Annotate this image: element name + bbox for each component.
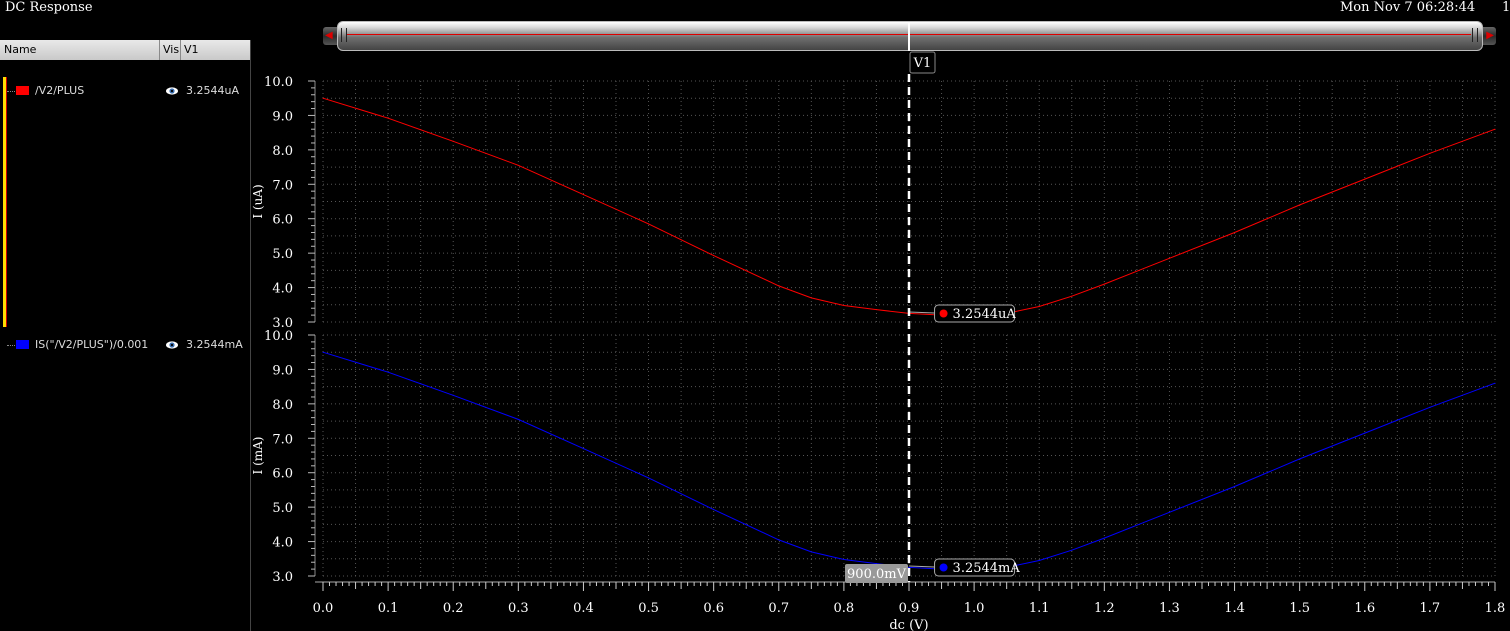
cursor-readout-value: 3.2544uA xyxy=(953,307,1017,322)
x-tick-label: 0.7 xyxy=(768,601,789,616)
series-point xyxy=(322,97,324,99)
series-point xyxy=(1103,283,1105,285)
series-point xyxy=(1234,485,1236,487)
series-point xyxy=(1429,406,1431,408)
x-tick-label: 1.1 xyxy=(1029,601,1050,616)
x-tick-label: 1.3 xyxy=(1159,601,1180,616)
series-point xyxy=(582,194,584,196)
series-point xyxy=(1299,458,1301,460)
series-point xyxy=(875,309,877,311)
series-point xyxy=(1234,231,1236,233)
cursor-readout-dot xyxy=(939,309,948,318)
x-tick-label: 1.7 xyxy=(1420,601,1441,616)
cursor-x-readout: 900.0mV xyxy=(847,567,907,582)
series-point xyxy=(1071,549,1073,551)
y-tick-label: 4.0 xyxy=(272,282,293,297)
series-point xyxy=(810,551,812,553)
x-tick-label: 0.8 xyxy=(834,601,855,616)
series-point xyxy=(452,140,454,142)
x-tick-label: 1.0 xyxy=(964,601,985,616)
series-point xyxy=(648,477,650,479)
series-point xyxy=(875,563,877,565)
cursor-leader-line xyxy=(908,565,935,568)
series-point xyxy=(1103,537,1105,539)
series-point xyxy=(908,566,910,568)
y-tick-label: 6.0 xyxy=(272,467,293,482)
series-point xyxy=(1494,128,1496,130)
y-tick-label: 8.0 xyxy=(272,144,293,159)
series-point xyxy=(778,539,780,541)
series-point xyxy=(843,304,845,306)
series-point xyxy=(1364,178,1366,180)
x-tick-label: 1.4 xyxy=(1224,601,1245,616)
series-point xyxy=(1429,152,1431,154)
x-tick-label: 1.8 xyxy=(1485,601,1506,616)
y-tick-label: 9.0 xyxy=(272,109,293,124)
y-tick-label: 7.0 xyxy=(272,178,293,193)
y-tick-label: 6.0 xyxy=(272,213,293,228)
y-tick-label: 4.0 xyxy=(272,536,293,551)
x-tick-label: 0.9 xyxy=(899,601,920,616)
x-tick-label: 0.5 xyxy=(638,601,659,616)
series-point xyxy=(648,223,650,225)
series-point xyxy=(387,371,389,373)
cursor-leader-line xyxy=(908,311,935,314)
y-tick-label: 10.0 xyxy=(264,75,293,90)
series-point xyxy=(517,418,519,420)
series-point xyxy=(1299,204,1301,206)
x-tick-label: 0.6 xyxy=(703,601,724,616)
y-axis-label: I (mA) xyxy=(251,437,265,475)
y-axis-label: I (uA) xyxy=(251,184,265,218)
y-tick-label: 5.0 xyxy=(272,501,293,516)
series-point xyxy=(1038,560,1040,562)
x-tick-label: 1.2 xyxy=(1094,601,1115,616)
x-tick-label: 0.4 xyxy=(573,601,594,616)
x-tick-label: 0.1 xyxy=(378,601,399,616)
y-tick-label: 5.0 xyxy=(272,247,293,262)
x-tick-label: 0.2 xyxy=(443,601,464,616)
x-tick-label: 0.3 xyxy=(508,601,529,616)
series-point xyxy=(713,509,715,511)
y-tick-label: 3.0 xyxy=(272,570,293,585)
y-tick-label: 8.0 xyxy=(272,398,293,413)
series-point xyxy=(713,255,715,257)
series-point xyxy=(778,285,780,287)
y-tick-label: 9.0 xyxy=(272,363,293,378)
series-point xyxy=(1168,511,1170,513)
x-axis-label: dc (V) xyxy=(889,618,928,631)
series-point xyxy=(1071,295,1073,297)
cursor-tag-label: V1 xyxy=(913,56,932,71)
series-point xyxy=(517,164,519,166)
series-point xyxy=(582,448,584,450)
series-point xyxy=(1038,306,1040,308)
series-point xyxy=(1364,432,1366,434)
y-tick-label: 7.0 xyxy=(272,432,293,447)
y-tick-label: 10.0 xyxy=(264,329,293,344)
series-point xyxy=(387,117,389,119)
x-tick-label: 0.0 xyxy=(313,601,334,616)
series-point xyxy=(843,558,845,560)
dc-response-plot[interactable]: 3.0 4.0 5.0 6.0 7.0 8.0 9.0 10.0 I (uA) 3.2544uA 3… xyxy=(0,0,1510,631)
series-point xyxy=(1168,257,1170,259)
series-point xyxy=(1494,382,1496,384)
cursor-readout-dot xyxy=(939,563,948,572)
cursor-readout-value: 3.2544mA xyxy=(953,561,1021,576)
series-point xyxy=(452,394,454,396)
series-point xyxy=(322,351,324,353)
x-tick-label: 1.6 xyxy=(1354,601,1375,616)
series-point xyxy=(810,297,812,299)
x-tick-label: 1.5 xyxy=(1289,601,1310,616)
